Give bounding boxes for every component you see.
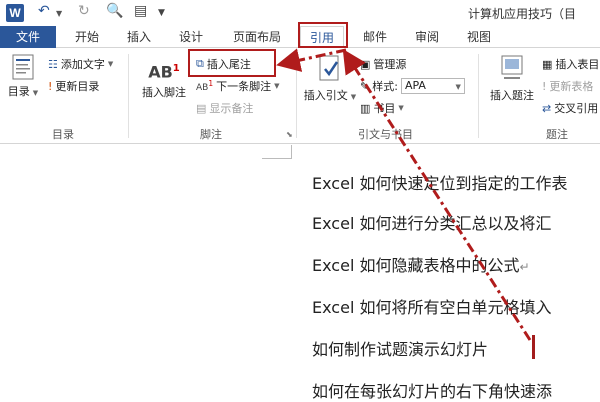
arrow-tab-to-endnote bbox=[276, 48, 347, 72]
arrow-cursor-to-tab bbox=[342, 48, 532, 341]
annotation-arrows bbox=[276, 48, 532, 341]
